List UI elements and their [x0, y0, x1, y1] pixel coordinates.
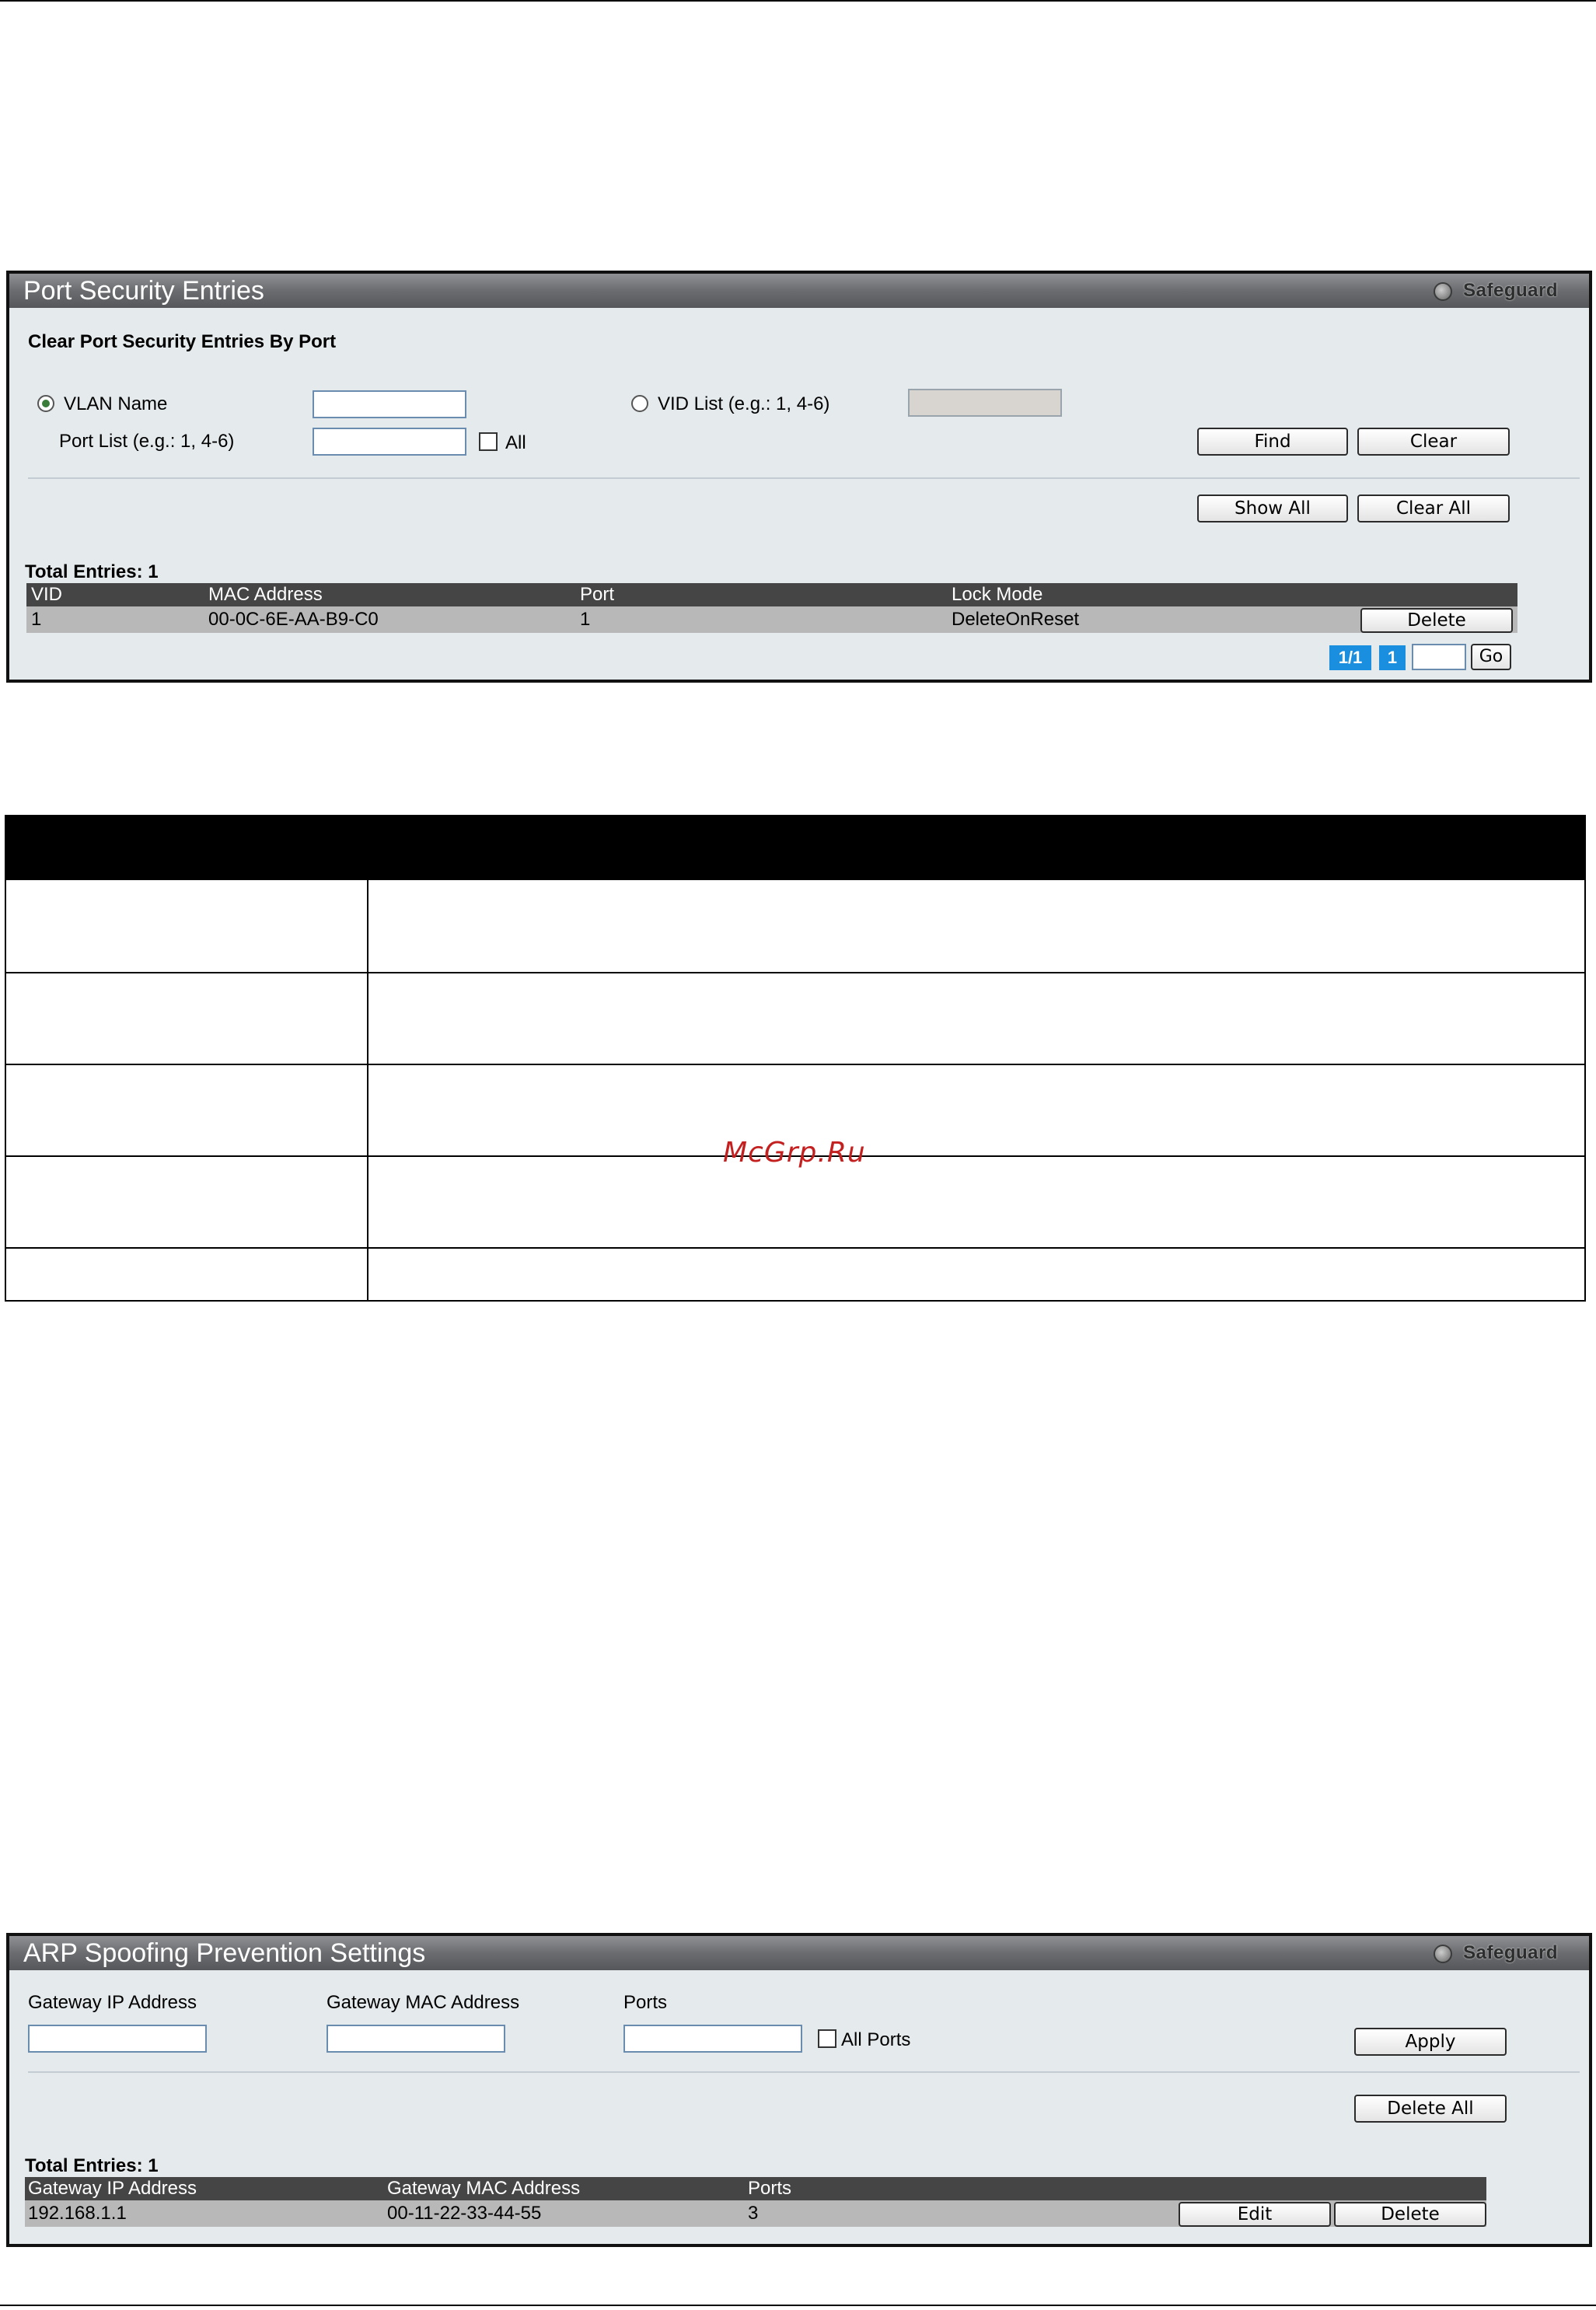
gateway-ip-label: Gateway IP Address [28, 1992, 197, 2013]
panel-title: ARP Spoofing Prevention Settings [23, 1938, 426, 1968]
cell-mac: 00-0C-6E-AA-B9-C0 [208, 609, 379, 630]
all-ports-label: All Ports [841, 2029, 911, 2050]
current-page-link[interactable]: 1 [1379, 645, 1406, 670]
safeguard-indicator: Safeguard [1434, 278, 1558, 304]
goto-page-input[interactable] [1412, 644, 1466, 670]
cell-gateway-mac: 00-11-22-33-44-55 [387, 2203, 542, 2224]
vlan-name-input[interactable] [313, 390, 466, 418]
all-label: All [505, 432, 526, 453]
column-header-vid: VID [31, 584, 63, 605]
delete-all-button[interactable]: Delete All [1354, 2095, 1507, 2123]
row-divider [6, 1247, 1584, 1249]
find-button[interactable]: Find [1197, 428, 1348, 456]
cell-ports: 3 [748, 2203, 759, 2224]
vid-list-radio[interactable] [631, 395, 648, 412]
row-divider [6, 972, 1584, 973]
column-header-mac: MAC Address [208, 584, 323, 605]
safeguard-indicator: Safeguard [1434, 1940, 1558, 1966]
apply-button[interactable]: Apply [1354, 2028, 1507, 2056]
port-security-titlebar: Port Security Entries Safeguard [9, 274, 1589, 308]
vlan-name-radio[interactable] [37, 395, 54, 412]
show-all-button[interactable]: Show All [1197, 495, 1348, 522]
all-ports-checkbox[interactable] [479, 432, 498, 451]
watermark: McGrp.Ru [723, 1137, 866, 1169]
bottom-page-rule [0, 2305, 1596, 2306]
delete-entry-button[interactable]: Delete [1334, 2202, 1486, 2227]
cell-gateway-ip: 192.168.1.1 [28, 2203, 127, 2224]
edit-button[interactable]: Edit [1179, 2202, 1331, 2227]
gateway-ip-input[interactable] [28, 2025, 207, 2053]
table-row: 1 00-0C-6E-AA-B9-C0 1 DeleteOnReset [26, 606, 1517, 633]
column-header-gateway-ip: Gateway IP Address [28, 2178, 197, 2199]
port-security-panel: Port Security Entries Safeguard Clear Po… [6, 271, 1592, 683]
safeguard-label: Safeguard [1463, 280, 1558, 301]
total-entries: Total Entries: 1 [25, 561, 159, 582]
clear-button[interactable]: Clear [1357, 428, 1510, 456]
panel-title: Port Security Entries [23, 276, 264, 306]
column-header-gateway-mac: Gateway MAC Address [387, 2178, 581, 2199]
gateway-mac-input[interactable] [327, 2025, 505, 2053]
column-header-port: Port [580, 584, 615, 605]
vid-list-label: VID List (e.g.: 1, 4-6) [658, 393, 830, 414]
ports-label: Ports [623, 1992, 668, 2013]
gateway-mac-label: Gateway MAC Address [327, 1992, 520, 2013]
port-list-label: Port List (e.g.: 1, 4-6) [59, 431, 235, 452]
parameter-table-header [6, 816, 1584, 880]
clear-all-button[interactable]: Clear All [1357, 495, 1510, 522]
parameter-table [5, 815, 1586, 1302]
cell-vid: 1 [31, 609, 42, 630]
arp-table-header: Gateway IP Address Gateway MAC Address P… [25, 2177, 1486, 2200]
safeguard-icon [1434, 281, 1453, 301]
safeguard-label: Safeguard [1463, 1942, 1558, 1963]
arp-spoofing-titlebar: ARP Spoofing Prevention Settings Safegua… [9, 1936, 1589, 1970]
ports-input[interactable] [623, 2025, 802, 2053]
port-list-input[interactable] [313, 428, 466, 456]
top-page-rule [0, 0, 1596, 2]
vlan-name-label: VLAN Name [64, 393, 168, 414]
section-divider [28, 477, 1580, 479]
entries-table-header: VID MAC Address Port Lock Mode [26, 583, 1517, 606]
safeguard-icon [1434, 1944, 1453, 1963]
section-divider [28, 2071, 1580, 2073]
page-count: 1/1 [1329, 645, 1371, 670]
section-title: Clear Port Security Entries By Port [28, 331, 337, 352]
column-divider [367, 880, 368, 1300]
arp-spoofing-panel: ARP Spoofing Prevention Settings Safegua… [6, 1933, 1592, 2247]
vid-list-input[interactable] [908, 389, 1062, 417]
cell-port: 1 [580, 609, 591, 630]
cell-lock-mode: DeleteOnReset [952, 609, 1080, 630]
go-button[interactable]: Go [1471, 644, 1511, 670]
total-entries: Total Entries: 1 [25, 2155, 159, 2176]
row-divider [6, 1064, 1584, 1065]
column-header-lock-mode: Lock Mode [952, 584, 1043, 605]
delete-entry-button[interactable]: Delete [1360, 608, 1513, 633]
all-ports-checkbox[interactable] [818, 2029, 836, 2048]
column-header-ports: Ports [748, 2178, 792, 2199]
